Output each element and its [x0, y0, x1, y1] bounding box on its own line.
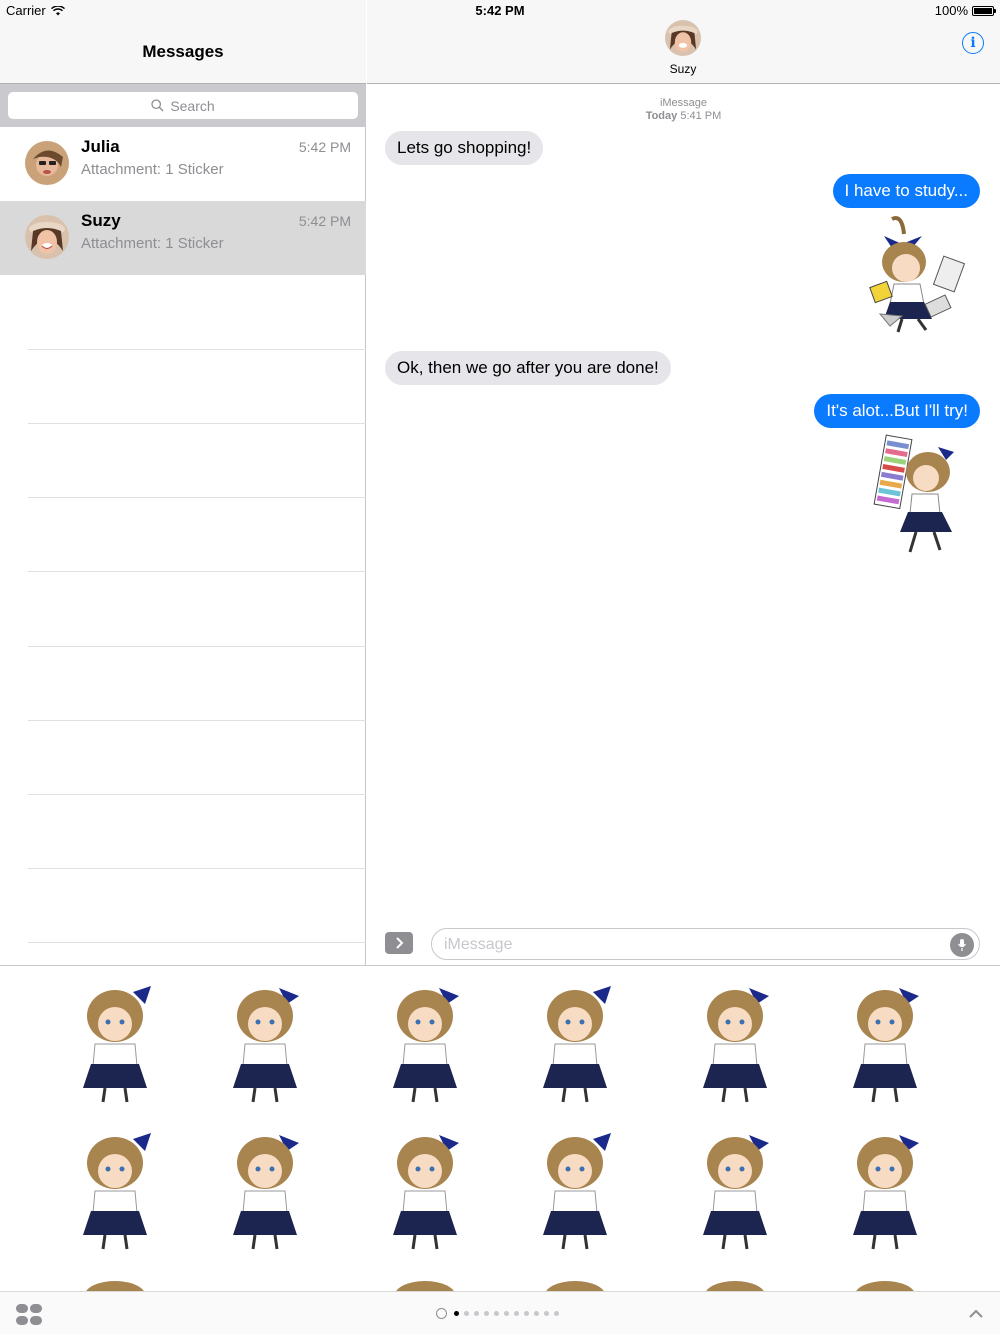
message-bubble-incoming[interactable]: Lets go shopping!: [385, 131, 544, 165]
girl-sleeping-at-desk-sticker[interactable]: [505, 974, 645, 1109]
message-composer: iMessage: [367, 925, 1000, 965]
timestamp-time: 5:41 PM: [680, 110, 722, 122]
girl-idea-lightbulb-sticker[interactable]: [815, 974, 955, 1109]
sticker-peek[interactable]: [840, 1271, 930, 1291]
girl-jumping-with-books-sticker[interactable]: [45, 974, 185, 1109]
list-separator: [28, 720, 366, 721]
page-dot[interactable]: [464, 1311, 469, 1316]
conversation-item-julia[interactable]: Julia Attachment: 1 Sticker 5:42 PM: [0, 127, 366, 201]
expand-apps-button[interactable]: [385, 932, 413, 954]
microphone-icon[interactable]: [950, 933, 974, 957]
conversation-list-pane: Messages Search Julia Attachment: 1 Stic…: [0, 0, 366, 965]
girl-reading-with-music-sticker[interactable]: [45, 1121, 185, 1256]
page-dot[interactable]: [484, 1311, 489, 1316]
sticker-peek[interactable]: [530, 1271, 620, 1291]
girl-at-chalkboard-sticker[interactable]: [665, 1121, 805, 1256]
page-dot[interactable]: [504, 1311, 509, 1316]
girl-carrying-book-stack-sticker[interactable]: [665, 974, 805, 1109]
list-separator: [28, 868, 366, 869]
battery-percent: 100%: [934, 3, 968, 18]
page-dot[interactable]: [554, 1311, 559, 1316]
page-dot[interactable]: [494, 1311, 499, 1316]
page-dot[interactable]: [514, 1311, 519, 1316]
app-grid-icon[interactable]: [16, 1304, 42, 1326]
contact-name[interactable]: Suzy: [367, 62, 999, 76]
page-title: Messages: [142, 42, 224, 61]
sticker-message[interactable]: [872, 432, 972, 562]
page-dot[interactable]: [544, 1311, 549, 1316]
list-separator: [28, 349, 366, 350]
sticker-drawer: [0, 965, 1000, 1334]
service-label: iMessage Today 5:41 PM: [367, 97, 1000, 123]
message-input-placeholder: iMessage: [444, 936, 513, 953]
page-dot[interactable]: [454, 1311, 459, 1316]
chevron-right-icon: [396, 937, 404, 949]
recents-clock-icon[interactable]: [436, 1308, 447, 1319]
battery-icon: [972, 5, 996, 16]
avatar: [25, 215, 69, 259]
sticker-message[interactable]: [862, 214, 972, 339]
status-bar: Carrier 5:42 PM 100%: [0, 0, 1000, 20]
conversation-item-suzy[interactable]: Suzy Attachment: 1 Sticker 5:42 PM: [0, 201, 366, 275]
girl-happy-with-bag-sticker[interactable]: [815, 1121, 955, 1256]
list-separator: [28, 794, 366, 795]
list-separator: [28, 646, 366, 647]
page-dot[interactable]: [474, 1311, 479, 1316]
search-bar: Search: [0, 84, 366, 127]
sticker-peek[interactable]: [380, 1271, 470, 1291]
girl-angry-steam-sticker[interactable]: [505, 1121, 645, 1256]
conversation-time: 5:42 PM: [298, 213, 351, 229]
app-drawer-bar: [0, 1291, 1000, 1334]
contact-avatar[interactable]: [665, 20, 701, 56]
list-separator: [28, 423, 366, 424]
page-dot[interactable]: [534, 1311, 539, 1316]
search-input[interactable]: Search: [8, 92, 358, 119]
search-placeholder: Search: [170, 97, 215, 114]
message-bubble-outgoing[interactable]: I have to study...: [832, 174, 980, 208]
battery-indicator: 100%: [934, 3, 996, 18]
girl-jumping-with-books-sticker: [869, 216, 966, 333]
list-separator: [28, 497, 366, 498]
girl-carrying-book-stack-sticker: [873, 434, 954, 553]
page-indicator[interactable]: [436, 1308, 559, 1319]
info-icon[interactable]: i: [962, 32, 984, 54]
girl-bowing-down-sticker[interactable]: [355, 1121, 495, 1256]
conversation-name: Suzy: [81, 211, 121, 230]
sticker-peek[interactable]: [690, 1271, 780, 1291]
conversation-time: 5:42 PM: [298, 139, 351, 155]
clock: 5:42 PM: [475, 3, 525, 18]
list-separator: [28, 942, 366, 943]
message-thread: iMessage Today 5:41 PM Lets go shopping!…: [367, 84, 1000, 965]
girl-eating-noodles-sticker[interactable]: [195, 974, 335, 1109]
message-input[interactable]: iMessage: [431, 928, 980, 960]
conversation-name: Julia: [81, 137, 120, 156]
list-separator: [28, 571, 366, 572]
girl-waving-sticker[interactable]: [355, 974, 495, 1109]
timestamp-day: Today: [645, 110, 678, 122]
conversation-preview: Attachment: 1 Sticker: [81, 235, 224, 252]
message-bubble-outgoing[interactable]: It's alot...But I'll try!: [814, 394, 980, 428]
page-dot[interactable]: [524, 1311, 529, 1316]
avatar: [25, 141, 69, 185]
conversation-preview: Attachment: 1 Sticker: [81, 161, 224, 178]
message-bubble-incoming[interactable]: Ok, then we go after you are done!: [385, 351, 671, 385]
girl-surprised-sticker[interactable]: [195, 1121, 335, 1256]
sticker-peek[interactable]: [70, 1271, 160, 1291]
service-name: iMessage: [659, 97, 708, 109]
chevron-up-icon[interactable]: [968, 1306, 984, 1322]
search-icon: [151, 99, 164, 112]
